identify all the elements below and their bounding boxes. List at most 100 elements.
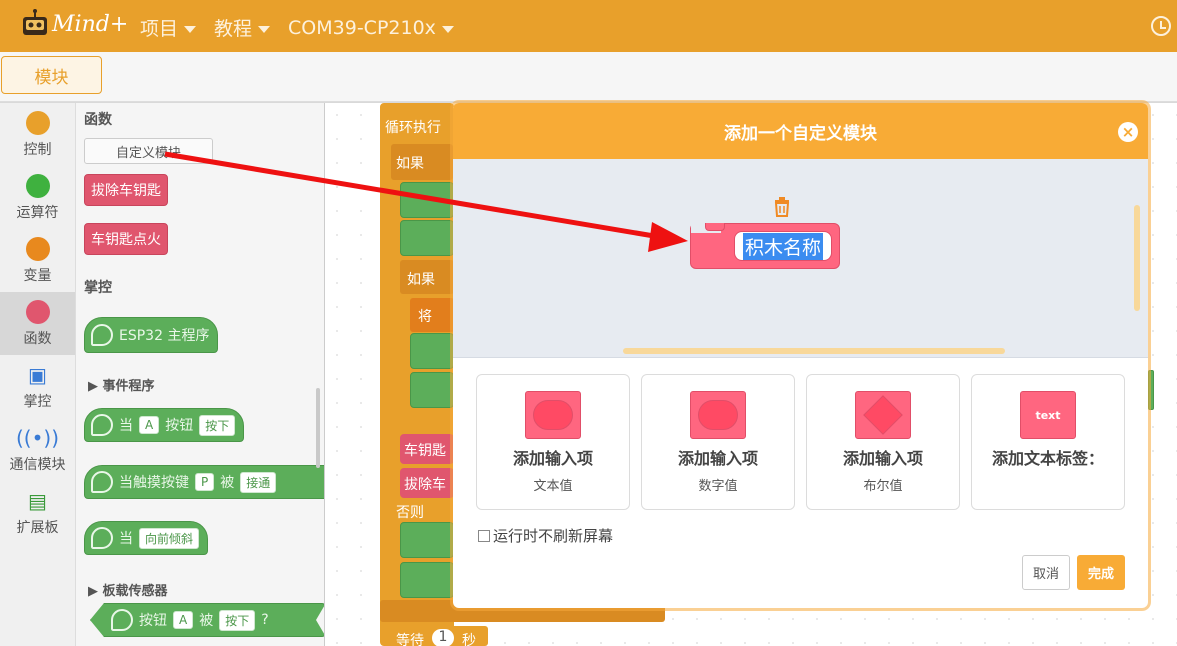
string-input-shape (533, 400, 573, 430)
hand-icon (91, 527, 113, 549)
ws-green-block[interactable] (400, 220, 454, 256)
tilt-dropdown[interactable]: 向前倾斜 (139, 527, 200, 549)
functions-dot-icon (25, 299, 50, 324)
add-boolean-input-button[interactable]: 添加输入项 布尔值 (806, 374, 960, 510)
block-label: 当 (119, 531, 133, 547)
checkbox-label: 运行时不刷新屏幕 (493, 527, 614, 545)
ws-function-call[interactable]: 车钥匙 (400, 434, 454, 464)
number-input-shape (698, 400, 738, 430)
cancel-button[interactable]: 取消 (1022, 555, 1070, 590)
ws-green-edge (1148, 370, 1154, 410)
category-label: 掌控 (23, 393, 52, 410)
palette-block-when-tilt[interactable]: 当向前倾斜 (84, 521, 209, 555)
menu-tutorial[interactable]: 教程 (214, 14, 271, 41)
block-name-input[interactable]: 积木名称 (734, 231, 832, 261)
string-input-icon (525, 391, 581, 439)
category-mpython[interactable]: ▣ 掌控 (0, 355, 75, 418)
block-label: 被 (199, 613, 214, 629)
category-label: 变量 (23, 267, 52, 284)
block-label: 当触摸按键 (119, 475, 189, 491)
section-control-title: 掌控 (84, 280, 112, 296)
category-sidebar: 控制 运算符 变量 函数 ▣ 掌控 ((•)) 通信模块 ▤ 扩展板 (0, 103, 76, 646)
board-icon: ▤ (28, 488, 47, 513)
category-label: 通信模块 (9, 456, 66, 473)
dialog-title: 添加一个自定义模块 (724, 123, 877, 144)
touch-key-dropdown[interactable]: P (195, 473, 215, 491)
make-custom-block-button[interactable]: 自定义模块 (84, 138, 213, 164)
ws-wait-input[interactable]: 1 (432, 629, 454, 646)
chevron-down-icon (184, 25, 197, 33)
ws-if-label: 如果 (407, 272, 435, 288)
category-label: 运算符 (16, 204, 59, 221)
done-button[interactable]: 完成 (1077, 555, 1125, 590)
add-number-input-button[interactable]: 添加输入项 数字值 (641, 374, 795, 510)
ws-function-call[interactable]: 拔除车 (400, 468, 454, 498)
tab-modules[interactable]: 模块 (1, 56, 102, 94)
state-dropdown[interactable]: 按下 (199, 414, 236, 436)
category-functions[interactable]: 函数 (0, 292, 75, 355)
ws-green-block[interactable] (410, 372, 454, 408)
ws-else-label: 否则 (396, 505, 424, 521)
button-dropdown[interactable]: A (173, 611, 193, 629)
ws-wait-unit: 秒 (462, 633, 476, 646)
option-title: 添加输入项 (677, 449, 758, 468)
ws-green-block[interactable] (400, 562, 454, 598)
canvas-scrollbar-horizontal[interactable] (623, 348, 1005, 354)
palette-block-remove-key[interactable]: 拔除车钥匙 (84, 174, 168, 206)
canvas-scrollbar-vertical[interactable] (1134, 205, 1140, 311)
palette-block-main-program[interactable]: ESP32 主程序 (84, 317, 219, 353)
menu-tutorial-label: 教程 (214, 18, 253, 40)
add-text-label-button[interactable]: text 添加文本标签： (971, 374, 1125, 510)
category-operators[interactable]: 运算符 (0, 166, 75, 229)
hand-icon (91, 471, 113, 493)
no-refresh-checkbox[interactable] (478, 529, 490, 542)
block-label: 被 (220, 475, 235, 491)
ws-green-block[interactable] (400, 182, 454, 218)
palette-block-button-pressed[interactable]: 按钮 A 被按下? (90, 603, 325, 637)
chevron-down-icon (441, 25, 454, 33)
button-dropdown[interactable]: A (139, 416, 160, 434)
block-notch (705, 223, 725, 231)
trash-icon[interactable] (773, 197, 791, 217)
ws-wait-label: 等待 (396, 633, 424, 646)
tab-bar: 模块 (0, 52, 1177, 102)
close-icon[interactable]: × (1118, 122, 1138, 142)
custom-block-preview: 积木名称 (690, 223, 840, 269)
palette-block-ignite[interactable]: 车钥匙点火 (84, 223, 168, 255)
category-expansion-board[interactable]: ▤ 扩展板 (0, 481, 75, 544)
category-label: 函数 (23, 330, 52, 347)
ws-set-block[interactable] (410, 298, 454, 332)
block-preview-canvas: 积木名称 (453, 159, 1148, 358)
hand-icon (91, 414, 113, 436)
robot-logo-icon (23, 9, 47, 35)
touch-state-dropdown[interactable]: 接通 (240, 471, 277, 493)
palette-block-when-touch[interactable]: 当触摸按键 P 被接通 (84, 465, 324, 499)
ws-loop-label: 循环执行 (385, 120, 441, 136)
ws-green-block[interactable] (400, 522, 454, 558)
option-subtitle: 数字值 (698, 479, 738, 494)
boolean-input-shape (863, 395, 903, 435)
category-variables[interactable]: 变量 (0, 229, 75, 292)
menu-project-label: 项目 (140, 18, 179, 40)
operators-dot-icon (25, 173, 50, 198)
signal-icon: ((•)) (16, 425, 60, 450)
no-refresh-checkbox-row[interactable]: 运行时不刷新屏幕 (478, 525, 613, 546)
add-string-input-button[interactable]: 添加输入项 文本值 (476, 374, 630, 510)
app-logo[interactable]: Mind+ (20, 9, 128, 39)
hand-icon (91, 324, 113, 346)
option-title: 添加文本标签： (991, 449, 1104, 468)
palette-scrollbar[interactable] (316, 388, 320, 468)
category-communication[interactable]: ((•)) 通信模块 (0, 418, 75, 481)
logo-text: Mind+ (52, 11, 129, 37)
history-icon[interactable] (1151, 16, 1171, 36)
ws-set-label: 将 (418, 309, 432, 325)
menu-serial-port[interactable]: COM39-CP210x (288, 14, 454, 41)
dialog-header: 添加一个自定义模块 × (453, 103, 1148, 159)
menu-project[interactable]: 项目 (140, 14, 197, 41)
state-dropdown[interactable]: 按下 (219, 610, 255, 631)
chevron-down-icon (258, 25, 271, 33)
ws-green-block[interactable] (410, 333, 454, 369)
palette-block-when-button[interactable]: 当 A 按钮 按下 (84, 408, 245, 442)
ws-if-label: 如果 (396, 156, 424, 172)
category-control[interactable]: 控制 (0, 103, 75, 166)
